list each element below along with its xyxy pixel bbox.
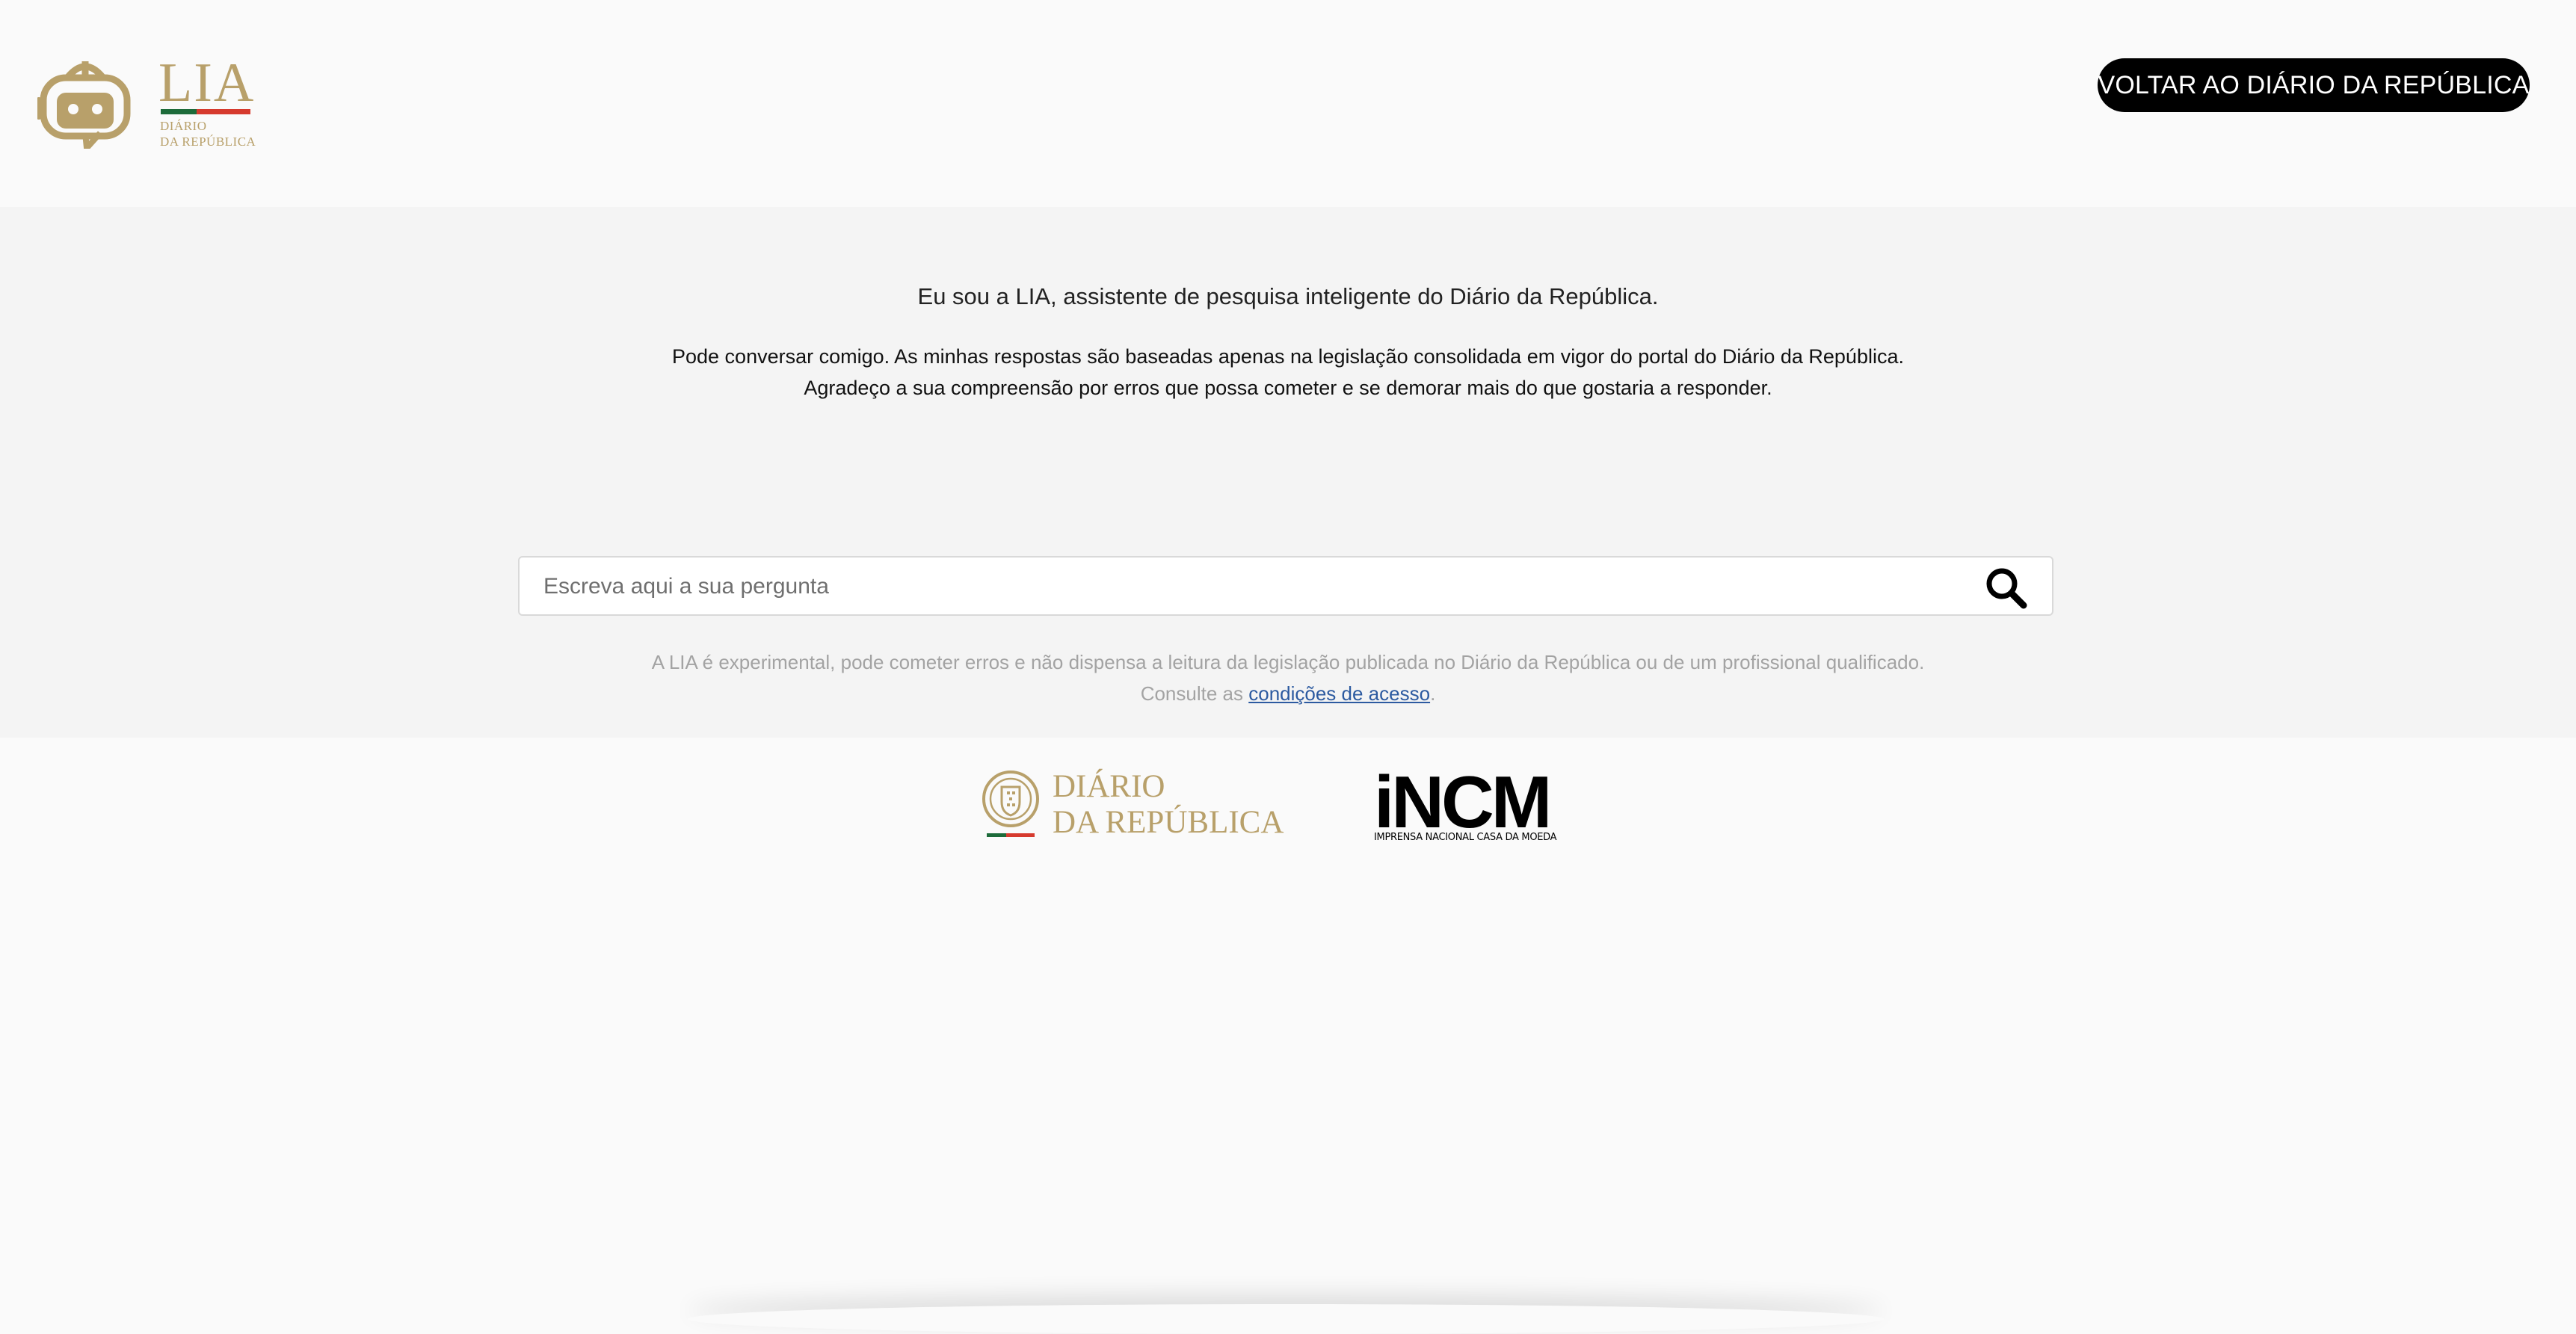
incm-subtitle: IMPRENSA NACIONAL CASA DA MOEDA (1374, 832, 1557, 843)
intro-title: Eu sou a LIA, assistente de pesquisa int… (917, 283, 1659, 309)
diario-republica-wordmark: DIÁRIO DA REPÚBLICA (1053, 769, 1284, 840)
terms-prefix: Consulte as (1140, 682, 1243, 705)
search-icon (1986, 568, 2027, 609)
incm-wordmark: iNCM (1374, 761, 1552, 843)
terms-suffix: . (1430, 682, 1436, 705)
lia-logo[interactable]: LIA DIÁRIO DA REPÚBLICA (37, 55, 262, 152)
question-input[interactable] (542, 566, 1947, 607)
terms-line: Consulte as condições de acesso. (0, 681, 2576, 706)
footer-logos: DIÁRIO DA REPÚBLICA iNCM IMPRENSA NACION… (0, 738, 2576, 1314)
robot-chat-icon (37, 61, 131, 149)
search-button[interactable] (1983, 565, 2028, 610)
chat-panel-shadow (688, 1304, 1884, 1334)
terms-of-access-link[interactable]: condições de acesso (1248, 682, 1430, 705)
lia-wordmark: LIA (158, 52, 256, 114)
intro-text-line: Pode conversar comigo. As minhas respost… (672, 345, 1904, 368)
lia-logo-subtitle: DIÁRIO DA REPÚBLICA (160, 119, 256, 149)
page-header: LIA DIÁRIO DA REPÚBLICA VOLTAR AO DIÁRIO… (0, 0, 2576, 207)
coat-of-arms-icon (982, 771, 1039, 837)
flag-stripe (161, 109, 250, 114)
disclaimer-text: A LIA é experimental, pode cometer erros… (651, 651, 1925, 673)
chat-intro-section: Eu sou a LIA, assistente de pesquisa int… (0, 207, 2576, 738)
intro-text-line: Agradeço a sua compreensão por erros que… (804, 377, 1772, 399)
incm-logo[interactable]: iNCM IMPRENSA NACIONAL CASA DA MOEDA (1374, 761, 1576, 847)
back-to-diario-button[interactable]: VOLTAR AO DIÁRIO DA REPÚBLICA (2098, 58, 2530, 112)
diario-republica-logo[interactable]: DIÁRIO DA REPÚBLICA (979, 769, 1286, 844)
search-box (518, 556, 2053, 616)
